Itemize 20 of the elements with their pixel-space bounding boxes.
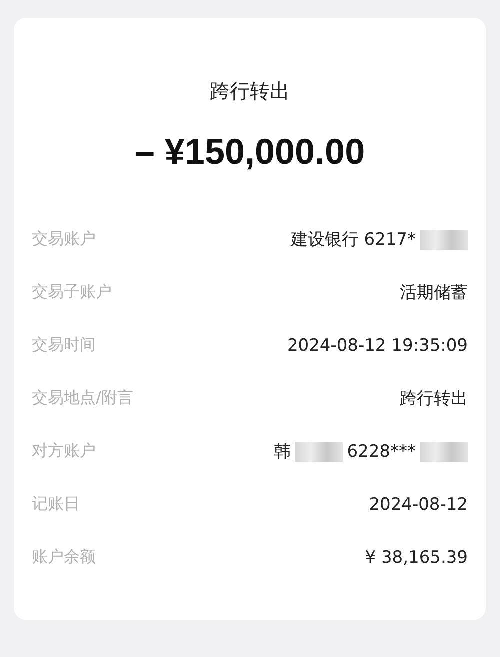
field-value: 韩 <box>274 441 292 463</box>
blurred-redaction <box>420 230 468 250</box>
field-value: ¥ 38,165.39 <box>365 548 468 568</box>
field-label: 账户余额 <box>32 547 96 568</box>
field-value: 建设银行 6217* <box>290 229 416 251</box>
field-label: 记账日 <box>32 494 80 515</box>
field-value: 跨行转出 <box>400 388 468 410</box>
blurred-redaction <box>295 442 344 462</box>
field-value: 2024-08-12 19:35:09 <box>287 336 468 356</box>
field-label: 对方账户 <box>32 441 96 462</box>
field-value: 活期储蓄 <box>400 282 468 304</box>
field-label: 交易时间 <box>32 335 96 356</box>
field-value: 2024-08-12 <box>369 494 468 514</box>
field-label: 交易子账户 <box>32 282 112 303</box>
field-value: 6228*** <box>347 442 416 462</box>
transaction-type-title: 跨行转出 <box>210 78 290 105</box>
amount: – ¥150,000.00 <box>134 131 366 173</box>
field-label: 交易地点/附言 <box>32 388 134 409</box>
blurred-redaction <box>420 442 468 462</box>
field-label: 交易账户 <box>32 229 96 250</box>
